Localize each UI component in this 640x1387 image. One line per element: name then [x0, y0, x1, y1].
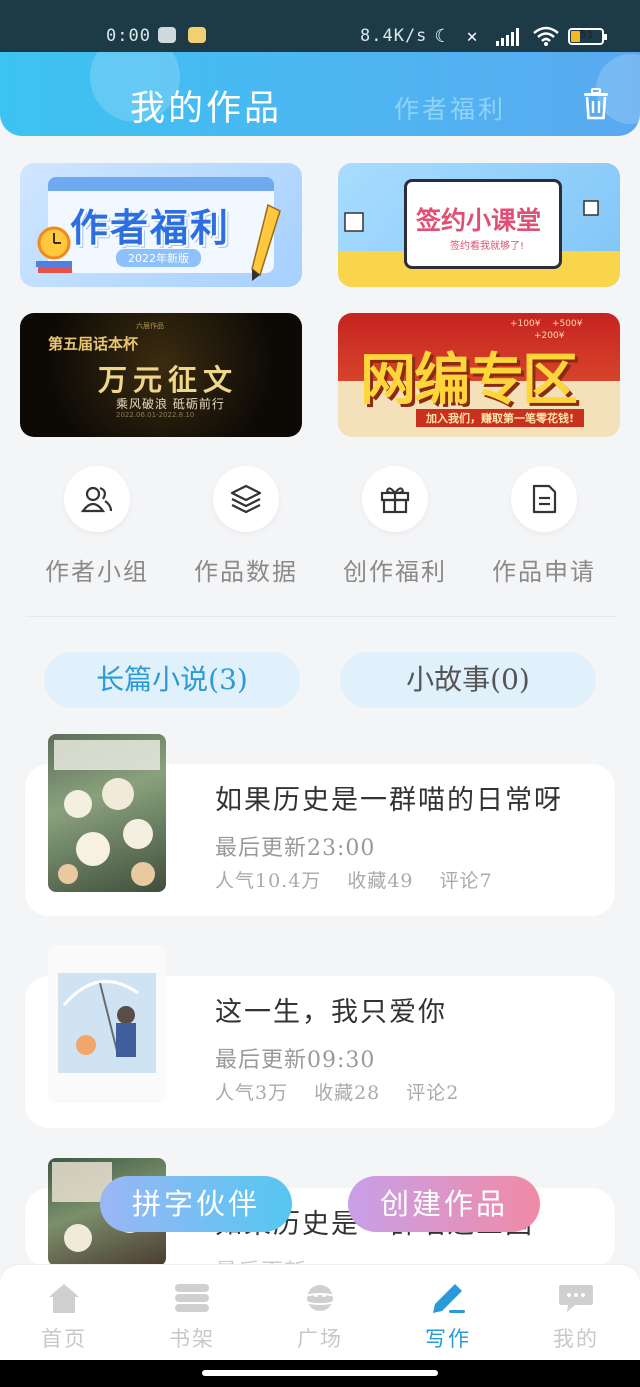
shortcut-label: 作品数据	[194, 558, 298, 586]
banner-author-benefits[interactable]: 作者福利 2022年新版	[20, 163, 302, 287]
tab-author-benefits[interactable]: 作者福利	[394, 90, 506, 126]
banner-editor-zone[interactable]: +100¥ +500¥ +200¥ 网编专区 加入我们，赚取第一笔零花钱!	[338, 313, 620, 437]
nav-label: 广场	[297, 1327, 343, 1351]
notification-icon	[158, 27, 176, 43]
banner-subtitle: 乘风破浪 砥砺前行	[116, 397, 225, 411]
banner-small-text: 六届作品	[136, 322, 164, 330]
battery-level: 51	[580, 28, 594, 41]
nav-item-mine[interactable]: 我的	[512, 1281, 640, 1353]
banner-title: 签约小课堂	[416, 206, 542, 235]
nav-label: 书架	[169, 1327, 215, 1351]
nav-item-bookshelf[interactable]: 书架	[128, 1281, 256, 1353]
shortcut-author-group[interactable]: 作者小组	[22, 466, 172, 586]
banner-essay-contest[interactable]: 六届作品 第五届话本杯 万元征文 乘风破浪 砥砺前行 2022.06.01-20…	[20, 313, 302, 437]
banner-title: 作者福利	[70, 206, 231, 250]
status-bar: 0:00 8.4K/s ☾ ✕ 51	[0, 0, 640, 52]
banner-tag: +100¥	[510, 319, 541, 329]
work-comments: 评论2	[406, 1082, 460, 1104]
pen-icon	[433, 1284, 465, 1313]
clock: 0:00	[106, 26, 151, 46]
banner-title: 网编专区	[360, 348, 578, 413]
shortcut-label: 作者小组	[45, 558, 149, 586]
work-comments: 评论7	[439, 870, 493, 892]
nav-item-home[interactable]: 首页	[0, 1281, 128, 1353]
shortcut-work-application[interactable]: 作品申请	[469, 466, 619, 586]
notification-icon	[188, 27, 206, 43]
banner-tag: +500¥	[552, 319, 583, 329]
bottom-nav: 首页 书架 广场 写作 我的	[0, 1264, 640, 1360]
shortcut-label: 作品申请	[492, 558, 596, 586]
work-stats: 人气3万 收藏28 评论2	[215, 1078, 485, 1105]
banner-subtitle: 加入我们，赚取第一笔零花钱!	[416, 409, 585, 427]
create-work-button[interactable]: 创建作品	[348, 1176, 540, 1232]
umbrella-cover-image	[58, 973, 156, 1073]
header: 我的作品 作者福利	[0, 52, 640, 136]
banner-kicker: 第五届话本杯	[48, 335, 139, 353]
banner-date: 2022.06.01-2022.8.10	[116, 411, 195, 419]
chat-bubble-icon	[559, 1285, 593, 1312]
work-title: 这一生，我只爱你	[215, 997, 447, 1028]
work-updated: 最后更新09:30	[215, 1048, 376, 1073]
banner-title: 万元征文	[98, 363, 239, 397]
group-icon	[81, 486, 113, 513]
alarm-clock-icon	[36, 226, 72, 273]
banner-signing-class[interactable]: 签约小课堂 签约看我就够了!	[338, 163, 620, 287]
nav-item-square[interactable]: 广场	[256, 1281, 384, 1353]
tab-short-stories[interactable]: 小故事(0)	[340, 652, 596, 708]
cat-cover-image	[54, 740, 160, 886]
shortcut-work-data[interactable]: 作品数据	[171, 466, 321, 586]
trash-icon[interactable]	[582, 88, 610, 120]
book-cover[interactable]	[48, 734, 166, 892]
layers-icon	[230, 484, 262, 514]
gift-icon	[380, 487, 410, 514]
work-title: 如果历史是一群喵的日常呀	[215, 785, 563, 816]
mute-icon: ✕	[466, 26, 478, 47]
cube-icon	[344, 212, 364, 232]
shortcut-row: 作者小组 作品数据 创作福利 作品申请	[0, 466, 640, 586]
gesture-bar	[0, 1360, 640, 1387]
moon-icon: ☾	[434, 26, 446, 47]
battery-icon: 51	[568, 28, 607, 45]
shortcut-creation-benefits[interactable]: 创作福利	[320, 466, 470, 586]
tab-my-works[interactable]: 我的作品	[130, 80, 282, 131]
home-icon	[49, 1284, 79, 1313]
word-partner-button[interactable]: 拼字伙伴	[100, 1176, 292, 1232]
document-icon	[532, 484, 557, 514]
banner-subtitle: 签约看我就够了!	[450, 241, 525, 252]
work-popularity: 人气3万	[215, 1082, 289, 1104]
signal-icon	[496, 28, 519, 46]
wifi-icon	[533, 26, 559, 46]
work-updated: 最后更新23:00	[215, 836, 376, 861]
work-stats: 人气10.4万 收藏49 评论7	[215, 866, 519, 893]
home-indicator[interactable]	[202, 1370, 438, 1376]
tab-novels[interactable]: 长篇小说(3)	[44, 652, 300, 708]
nav-item-writing[interactable]: 写作	[384, 1281, 512, 1353]
divider	[26, 616, 616, 617]
work-popularity: 人气10.4万	[215, 870, 322, 892]
work-favorites: 收藏28	[314, 1082, 381, 1104]
nav-label: 我的	[553, 1327, 599, 1351]
banner-subtitle: 2022年新版	[116, 249, 201, 267]
bookshelf-icon	[175, 1284, 209, 1312]
cube-icon	[583, 200, 599, 216]
pencil-icon	[251, 203, 281, 281]
shortcut-label: 创作福利	[343, 558, 447, 586]
nav-label: 首页	[41, 1327, 87, 1351]
network-speed: 8.4K/s	[360, 26, 428, 46]
planet-icon	[301, 1285, 339, 1311]
work-favorites: 收藏49	[347, 870, 414, 892]
book-cover[interactable]	[48, 945, 166, 1103]
nav-label: 写作	[425, 1327, 471, 1351]
